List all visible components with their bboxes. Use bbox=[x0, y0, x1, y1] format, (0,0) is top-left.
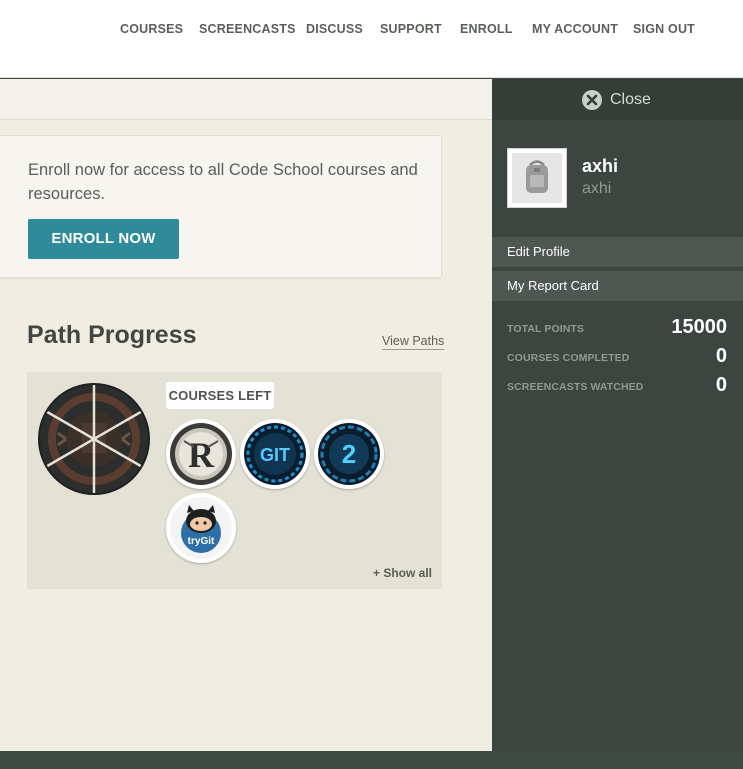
svg-text:R: R bbox=[188, 435, 215, 475]
nav-screencasts[interactable]: SCREENCASTS bbox=[199, 22, 296, 36]
enroll-card: Enroll now for access to all Code School… bbox=[0, 135, 442, 278]
footer-strip bbox=[0, 751, 743, 769]
try-git-badge-icon: tryGit bbox=[170, 497, 232, 559]
stat-total-points-value: 15000 bbox=[671, 316, 727, 338]
try-git-badge-label: tryGit bbox=[188, 536, 215, 547]
stat-screencasts-watched-label: SCREENCASTS WATCHED bbox=[507, 381, 644, 393]
nav-enroll[interactable]: ENROLL bbox=[460, 22, 513, 36]
course-badge[interactable]: tryGit bbox=[166, 493, 236, 563]
main-content: Enroll now for access to all Code School… bbox=[0, 79, 492, 751]
nav-support[interactable]: SUPPORT bbox=[380, 22, 442, 36]
close-icon bbox=[582, 90, 602, 110]
course-badge[interactable]: 2 bbox=[314, 419, 384, 489]
nav-my-account[interactable]: MY ACCOUNT bbox=[532, 22, 618, 36]
user-handle: axhi bbox=[582, 180, 612, 197]
nav-sign-out[interactable]: SIGN OUT bbox=[633, 22, 695, 36]
stat-total-points-label: TOTAL POINTS bbox=[507, 323, 585, 335]
close-label: Close bbox=[610, 91, 651, 108]
svg-text:2: 2 bbox=[342, 439, 356, 469]
enroll-now-button[interactable]: ENROLL NOW bbox=[28, 219, 179, 259]
course-badge[interactable]: GIT bbox=[240, 419, 310, 489]
view-paths-link[interactable]: View Paths bbox=[382, 334, 445, 350]
git-real-badge-icon: GIT bbox=[244, 423, 306, 485]
nav-discuss[interactable]: DISCUSS bbox=[306, 22, 363, 36]
edit-profile-link[interactable]: Edit Profile bbox=[492, 237, 743, 267]
user-name: axhi bbox=[582, 156, 619, 176]
path-progress-wheel-icon bbox=[38, 383, 150, 495]
avatar[interactable] bbox=[507, 148, 567, 208]
account-side-panel: Close axhi axhi Edit Profile My Report C… bbox=[492, 79, 743, 751]
path-progress-box: COURSES LEFT R GIT 2 tryGit + Show all bbox=[27, 372, 442, 589]
my-report-card-link[interactable]: My Report Card bbox=[492, 271, 743, 301]
enroll-message: Enroll now for access to all Code School… bbox=[28, 161, 418, 203]
stat-courses-completed-value: 0 bbox=[715, 345, 727, 367]
panel-header: Close bbox=[492, 79, 743, 120]
stat-courses-completed-label: COURSES COMPLETED bbox=[507, 352, 630, 364]
avatar-image bbox=[512, 153, 562, 203]
nav-courses[interactable]: COURSES bbox=[120, 22, 183, 36]
show-all-link[interactable]: + Show all bbox=[373, 566, 432, 580]
svg-text:GIT: GIT bbox=[260, 445, 290, 465]
courses-left-label: COURSES LEFT bbox=[166, 382, 274, 409]
rails-for-zombies-r-badge-icon: R bbox=[170, 423, 232, 485]
git-real-2-badge-icon: 2 bbox=[318, 423, 380, 485]
backpack-avatar-icon bbox=[512, 153, 562, 203]
top-header: COURSES SCREENCASTS DISCUSS SUPPORT ENRO… bbox=[0, 0, 743, 78]
content-header-strip bbox=[0, 79, 492, 120]
path-progress-title: Path Progress bbox=[27, 321, 197, 349]
stat-screencasts-watched-value: 0 bbox=[715, 374, 727, 396]
course-badge[interactable]: R bbox=[166, 419, 236, 489]
